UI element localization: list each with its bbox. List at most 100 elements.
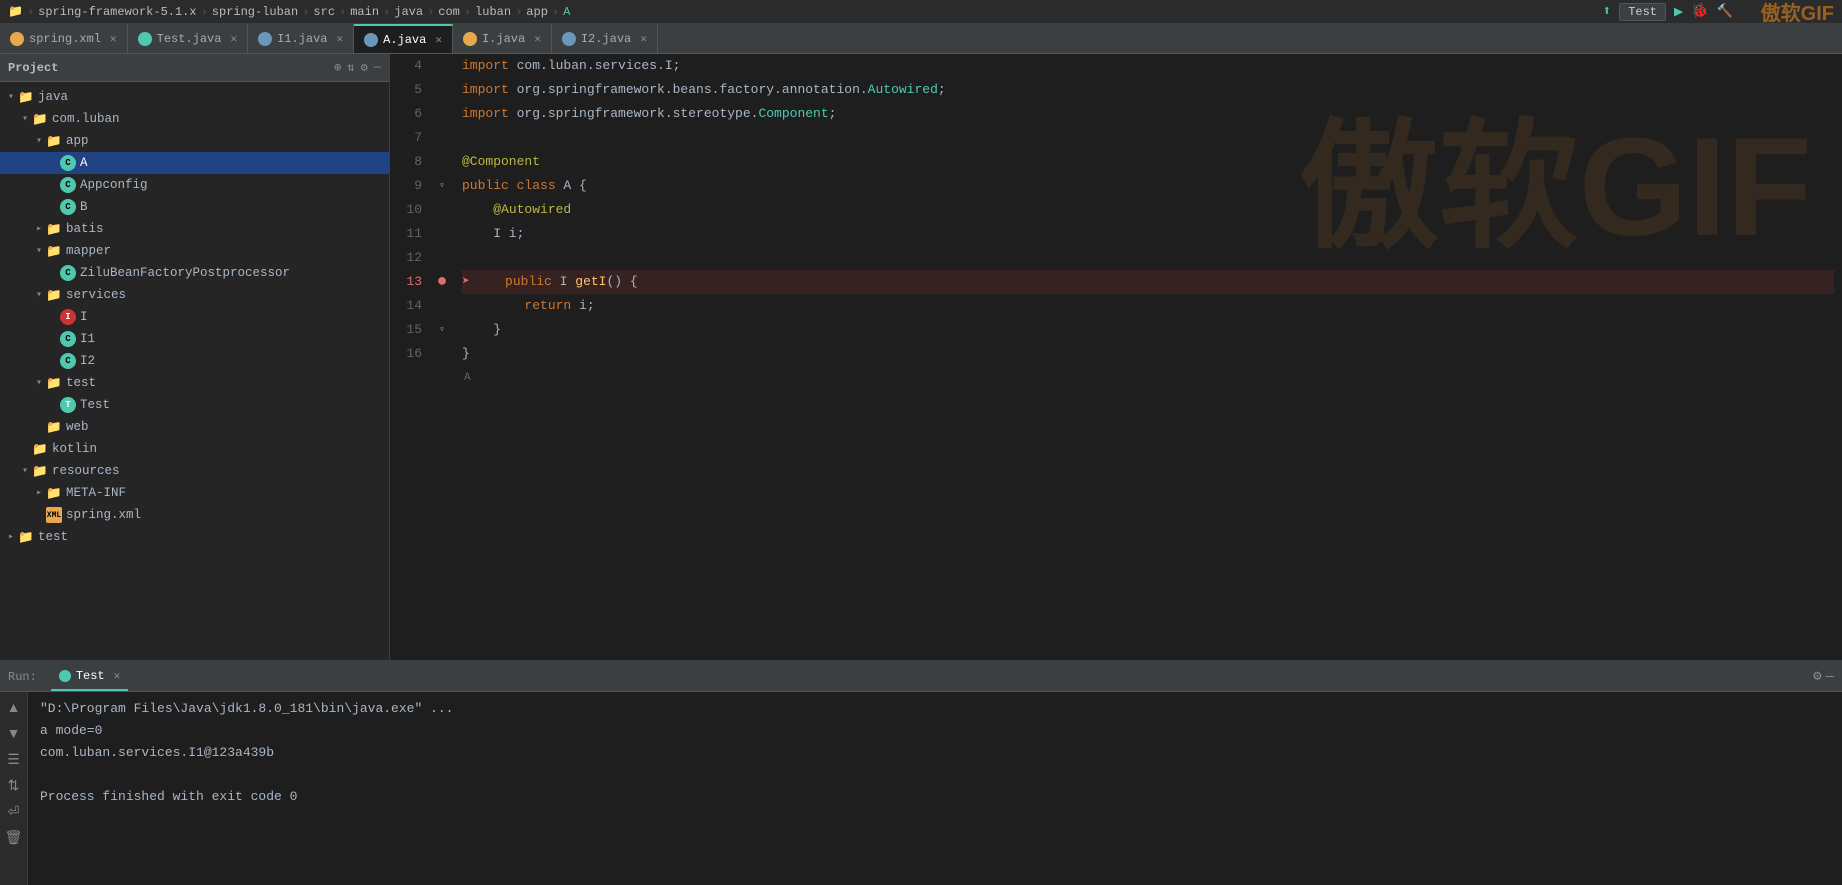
run-label: Run: — [8, 670, 37, 684]
folder-icon: 📁 — [32, 111, 48, 127]
sidebar-settings-icon[interactable]: ⚙ — [361, 60, 368, 75]
java-green-icon — [138, 32, 152, 46]
run-button[interactable]: ▶ — [1674, 2, 1683, 21]
tree-kotlin-folder[interactable]: ▾ 📁 kotlin — [0, 438, 389, 460]
gutter: ▿ ● ▿ — [430, 54, 454, 660]
tree-batis-folder[interactable]: ▸ 📁 batis — [0, 218, 389, 240]
code-line-15: } — [462, 318, 1834, 342]
xml-icon — [10, 32, 24, 46]
folder-icon: 📁 — [46, 133, 62, 149]
tree-class-i2[interactable]: ▾ C I2 — [0, 350, 389, 372]
code-line-6: import org.springframework.stereotype.Co… — [462, 102, 1834, 126]
breadcrumb-project[interactable]: spring-framework-5.1.x — [38, 5, 196, 19]
folder-icon: 📁 — [46, 221, 62, 237]
tree-resources-folder[interactable]: ▾ 📁 resources — [0, 460, 389, 482]
java-orange-icon — [463, 32, 477, 46]
nav-back-icon[interactable]: ⬆ — [1603, 3, 1611, 20]
tab-i1-java[interactable]: I1.java ✕ — [248, 24, 354, 53]
breadcrumb-item[interactable]: 📁 — [8, 4, 23, 19]
editor-area[interactable]: 傲软GIF 4 5 6 7 8 9 10 11 12 13 14 15 16 — [390, 54, 1842, 660]
run-settings-icon[interactable]: ⚙ — [1813, 668, 1821, 685]
tree-comluban-folder[interactable]: ▾ 📁 com.luban — [0, 108, 389, 130]
output-line-result: com.luban.services.I1@123a439b — [40, 742, 1830, 764]
tree-test-class[interactable]: ▾ T Test — [0, 394, 389, 416]
code-line-4: import com.luban.services.I; — [462, 54, 1834, 78]
java-blue-icon — [258, 32, 272, 46]
output-line-finish: Process finished with exit code 0 — [40, 786, 1830, 808]
watermark-logo: 傲软GIF — [1761, 0, 1834, 26]
breadcrumb-active: A — [563, 5, 570, 19]
tab-spring-xml[interactable]: spring.xml ✕ — [0, 24, 128, 53]
run-filter-btn[interactable]: ☰ — [3, 748, 25, 770]
run-config-selector[interactable]: Test — [1619, 3, 1666, 21]
run-sort-btn[interactable]: ⇅ — [3, 774, 25, 796]
tree-class-b[interactable]: ▾ C B — [0, 196, 389, 218]
class-icon-zilu: C — [60, 265, 76, 281]
tree-app-folder[interactable]: ▾ 📁 app — [0, 130, 389, 152]
folder-icon-kotlin: 📁 — [32, 441, 48, 457]
tab-i-java[interactable]: I.java ✕ — [453, 24, 552, 53]
tab-a-java[interactable]: A.java ✕ — [354, 24, 453, 53]
run-wrap-btn[interactable]: ⏎ — [3, 800, 25, 822]
run-sidebar: ▲ ▼ ☰ ⇅ ⏎ 🗑 — [0, 692, 28, 885]
build-button[interactable]: 🔨 — [1716, 4, 1732, 19]
tree-class-a[interactable]: ▾ C A — [0, 152, 389, 174]
debug-button[interactable]: 🐞 — [1691, 3, 1708, 20]
run-clear-btn[interactable]: 🗑 — [3, 826, 25, 848]
run-scroll-up-btn[interactable]: ▲ — [3, 696, 25, 718]
folder-icon-resources: 📁 — [32, 463, 48, 479]
run-content-area: ▲ ▼ ☰ ⇅ ⏎ 🗑 "D:\Program Files\Java\jdk1.… — [0, 692, 1842, 885]
tree-class-i1[interactable]: ▾ C I1 — [0, 328, 389, 350]
close-tab-a[interactable]: ✕ — [435, 33, 442, 47]
tab-bar: spring.xml ✕ Test.java ✕ I1.java ✕ A.jav… — [0, 24, 1842, 54]
folder-icon: 📁 — [18, 89, 34, 105]
tree-metainf-folder[interactable]: ▸ 📁 META-INF — [0, 482, 389, 504]
run-scroll-down-btn[interactable]: ▼ — [3, 722, 25, 744]
fold-icon-9[interactable]: ▿ — [439, 180, 445, 192]
run-tab-test[interactable]: Test ✕ — [51, 662, 128, 691]
code-editor[interactable]: import com.luban.services.I; import org.… — [454, 54, 1842, 660]
tree-class-appconfig[interactable]: ▾ C Appconfig — [0, 174, 389, 196]
breadcrumb-module[interactable]: spring-luban — [212, 5, 298, 19]
code-line-9: public class A { — [462, 174, 1834, 198]
code-line-14: return i; — [462, 294, 1834, 318]
close-tab-i1[interactable]: ✕ — [337, 32, 344, 46]
tree-java-folder[interactable]: ▾ 📁 java — [0, 86, 389, 108]
sidebar: Project ⊕ ⇅ ⚙ — ▾ 📁 java ▾ 📁 com.luban — [0, 54, 390, 660]
class-icon-i1: C — [60, 331, 76, 347]
tree-test-folder[interactable]: ▾ 📁 test — [0, 372, 389, 394]
tree-spring-xml[interactable]: ▾ XML spring.xml — [0, 504, 389, 526]
interface-icon-i: I — [60, 309, 76, 325]
close-tab-i[interactable]: ✕ — [534, 32, 541, 46]
tree-test-root-folder[interactable]: ▸ 📁 test — [0, 526, 389, 548]
tab-i2-java[interactable]: I2.java ✕ — [552, 24, 658, 53]
breakpoint-icon[interactable]: ● — [437, 273, 448, 291]
java-blue-icon-i2 — [562, 32, 576, 46]
code-line-8: @Component — [462, 150, 1834, 174]
output-line-mode: a mode=0 — [40, 720, 1830, 742]
close-tab-spring-xml[interactable]: ✕ — [110, 32, 117, 46]
breadcrumb-bar: 📁 › spring-framework-5.1.x › spring-luba… — [0, 0, 1842, 24]
tab-test-java[interactable]: Test.java ✕ — [128, 24, 248, 53]
tree-mapper-folder[interactable]: ▾ 📁 mapper — [0, 240, 389, 262]
run-panel: Run: Test ✕ ⚙ — ▲ ▼ ☰ ⇅ ⏎ 🗑 "D:\Program … — [0, 660, 1842, 885]
tree-interface-i[interactable]: ▾ I I — [0, 306, 389, 328]
tree-web-folder[interactable]: ▾ 📁 web — [0, 416, 389, 438]
sidebar-title: Project — [8, 61, 58, 75]
close-tab-test[interactable]: ✕ — [230, 32, 237, 46]
close-run-tab[interactable]: ✕ — [114, 669, 121, 683]
tree-services-folder[interactable]: ▾ 📁 services — [0, 284, 389, 306]
code-line-5: import org.springframework.beans.factory… — [462, 78, 1834, 102]
run-tab-label: Test — [76, 669, 105, 683]
output-line-path: "D:\Program Files\Java\jdk1.8.0_181\bin\… — [40, 698, 1830, 720]
fold-icon-15[interactable]: ▿ — [439, 324, 445, 336]
sidebar-add-icon[interactable]: ⊕ — [334, 60, 341, 75]
run-minimize-icon[interactable]: — — [1826, 669, 1834, 685]
sidebar-collapse-icon[interactable]: — — [374, 60, 381, 75]
line-numbers: 4 5 6 7 8 9 10 11 12 13 14 15 16 — [390, 54, 430, 660]
sidebar-filter-icon[interactable]: ⇅ — [347, 60, 354, 75]
tree-zilu-class[interactable]: ▾ C ZiluBeanFactoryPostprocessor — [0, 262, 389, 284]
breadcrumb-sep: › — [27, 5, 34, 19]
close-tab-i2[interactable]: ✕ — [640, 32, 647, 46]
run-status-icon — [59, 670, 71, 682]
